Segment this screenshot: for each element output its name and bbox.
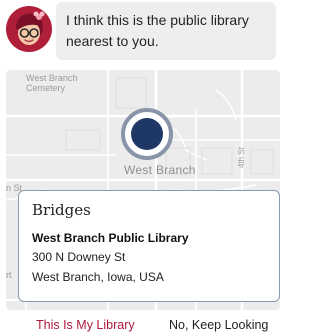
library-branch-name: Bridges: [32, 201, 91, 219]
this-is-my-library-button[interactable]: This Is My Library: [36, 315, 135, 335]
chat-bubble: I think this is the public library neare…: [56, 2, 276, 60]
keep-looking-button[interactable]: No, Keep Looking: [169, 315, 268, 335]
library-address-line1: 300 N Downey St: [32, 250, 126, 264]
library-location-pin-icon[interactable]: [121, 108, 173, 160]
location-pin-dot: [131, 118, 163, 150]
library-name: West Branch Public Library: [32, 231, 189, 245]
map-label-cemetery: West Branch Cemetery: [26, 73, 78, 93]
map-view[interactable]: West Branch Cemetery West Branch 4th St …: [6, 70, 280, 310]
map-label-street-partial-bottom-left: rt: [6, 270, 12, 280]
chat-message-row: I think this is the public library neare…: [0, 0, 283, 68]
action-bar: This Is My Library No, Keep Looking: [0, 315, 283, 335]
map-label-4th-street: 4th St: [237, 147, 246, 168]
libby-avatar-icon: [6, 6, 52, 52]
library-info-card: Bridges West Branch Public Library 300 N…: [18, 190, 280, 302]
map-label-town: West Branch: [124, 163, 196, 177]
library-address-line2: West Branch, Iowa, USA: [32, 270, 164, 284]
